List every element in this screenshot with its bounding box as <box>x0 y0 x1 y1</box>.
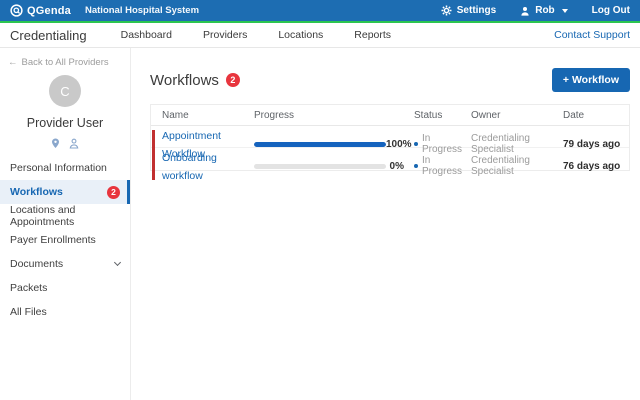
qgenda-logo-icon <box>10 4 23 17</box>
contact-support-link[interactable]: Contact Support <box>554 29 630 41</box>
main-panel: Workflows 2 + Workflow Name Progress Sta… <box>131 48 640 400</box>
logout-label: Log Out <box>592 5 630 16</box>
sidebar: ← Back to All Providers C Provider User … <box>0 48 131 400</box>
sidebar-item-label: Documents <box>10 258 63 270</box>
table-header-row: Name Progress Status Owner Date <box>151 105 629 126</box>
sidebar-item-personal-information[interactable]: Personal Information <box>0 156 130 180</box>
column-header-progress: Progress <box>254 110 406 121</box>
sidebar-item-label: Locations and Appointments <box>10 204 120 228</box>
progress-bar-fill <box>254 142 386 147</box>
sidebar-item-payer-enrollments[interactable]: Payer Enrollments <box>0 228 130 252</box>
gear-icon <box>441 5 452 16</box>
status-label: In Progress <box>422 133 466 155</box>
sidebar-item-packets[interactable]: Packets <box>0 276 130 300</box>
back-to-providers-link[interactable]: ← Back to All Providers <box>0 55 130 69</box>
user-icon <box>520 6 530 16</box>
table-row: Appointment Workflow 100% In Progress Cr… <box>151 126 629 148</box>
user-name-label: Rob <box>535 5 554 16</box>
status-label: In Progress <box>422 155 466 177</box>
status-dot-icon <box>414 164 418 168</box>
workflow-progress-cell: 100% <box>254 139 406 150</box>
workflow-status-cell: In Progress <box>406 155 466 177</box>
sidebar-item-label: Packets <box>10 282 47 294</box>
sidebar-menu: Personal Information Workflows 2 Locatio… <box>0 156 130 324</box>
column-header-name: Name <box>151 110 254 121</box>
workflows-count-badge: 2 <box>107 186 120 199</box>
main-header: Workflows 2 + Workflow <box>150 68 630 92</box>
nav-locations[interactable]: Locations <box>278 29 323 41</box>
settings-button[interactable]: Settings <box>441 5 496 16</box>
nav-providers[interactable]: Providers <box>203 29 247 41</box>
page-title: Workflows <box>150 72 219 89</box>
settings-label: Settings <box>457 5 496 16</box>
location-pin-icon[interactable] <box>51 138 60 149</box>
sidebar-item-label: Payer Enrollments <box>10 234 96 246</box>
status-dot-icon <box>414 142 418 146</box>
column-header-status: Status <box>406 110 466 121</box>
content-area: ← Back to All Providers C Provider User … <box>0 48 640 400</box>
top-bar: QGenda National Hospital System Settings… <box>0 0 640 21</box>
avatar: C <box>49 75 81 107</box>
column-header-owner: Owner <box>466 110 557 121</box>
sidebar-item-label: All Files <box>10 306 47 318</box>
progress-percent: 0% <box>386 161 406 172</box>
provider-quick-actions <box>0 138 130 149</box>
sidebar-item-all-files[interactable]: All Files <box>0 300 130 324</box>
back-arrow-icon: ← <box>8 57 18 68</box>
sidebar-item-label: Personal Information <box>10 162 107 174</box>
table-row: Onboarding workflow 0% In Progress Crede… <box>151 148 629 170</box>
workflow-owner-cell: Credentialing Specialist <box>466 133 557 155</box>
nav-dashboard[interactable]: Dashboard <box>121 29 172 41</box>
workflow-count-badge: 2 <box>226 73 240 87</box>
org-name: National Hospital System <box>85 5 199 16</box>
workflow-date-cell: 76 days ago <box>557 161 629 172</box>
workflow-name-cell: Onboarding workflow <box>151 148 254 184</box>
workflow-status-cell: In Progress <box>406 133 466 155</box>
workflow-link[interactable]: Onboarding workflow <box>162 152 217 182</box>
chevron-down-icon <box>562 9 568 13</box>
sidebar-item-label: Workflows <box>10 186 63 198</box>
back-label: Back to All Providers <box>22 57 109 68</box>
workflow-date-cell: 79 days ago <box>557 139 629 150</box>
column-header-date: Date <box>557 110 629 121</box>
chevron-down-icon <box>114 259 121 266</box>
nav-bar: Credentialing Dashboard Providers Locati… <box>0 23 640 48</box>
brand-name: QGenda <box>27 5 71 17</box>
person-icon[interactable] <box>69 138 79 149</box>
logout-button[interactable]: Log Out <box>592 5 630 16</box>
workflow-progress-cell: 0% <box>254 161 406 172</box>
sidebar-item-workflows[interactable]: Workflows 2 <box>0 180 130 204</box>
qgenda-logo[interactable]: QGenda <box>10 4 71 17</box>
sidebar-item-documents[interactable]: Documents <box>0 252 130 276</box>
topbar-actions: Settings Rob Log Out <box>441 5 630 16</box>
nav-reports[interactable]: Reports <box>354 29 391 41</box>
avatar-initial: C <box>60 84 69 99</box>
sidebar-item-locations-appointments[interactable]: Locations and Appointments <box>0 204 130 228</box>
progress-bar <box>254 164 386 169</box>
progress-bar <box>254 142 386 147</box>
add-workflow-button[interactable]: + Workflow <box>552 68 630 92</box>
provider-name: Provider User <box>0 116 130 130</box>
user-menu[interactable]: Rob <box>520 5 567 16</box>
workflows-table: Name Progress Status Owner Date Appointm… <box>150 104 630 171</box>
product-title[interactable]: Credentialing <box>10 28 87 43</box>
workflow-owner-cell: Credentialing Specialist <box>466 155 557 177</box>
